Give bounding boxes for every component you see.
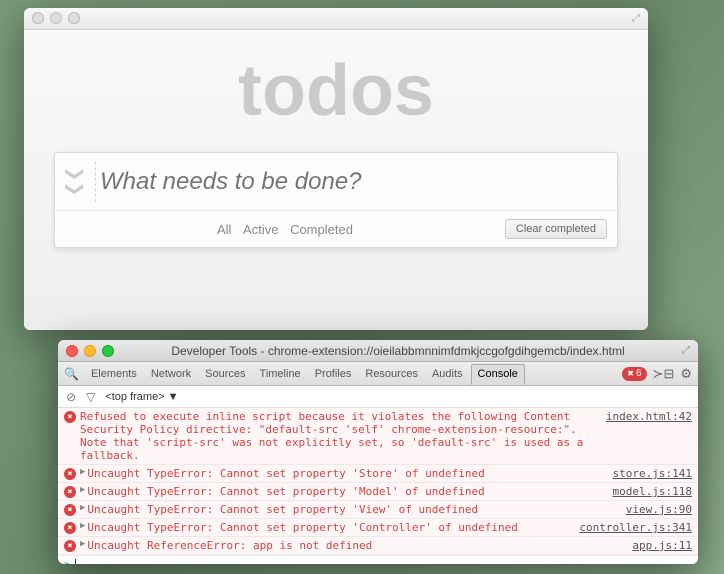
app-titlebar[interactable]: ⤢ bbox=[24, 8, 648, 30]
console-error-row: ✖ ▶Uncaught TypeError: Cannot set propert… bbox=[58, 483, 698, 501]
error-icon: ✖ bbox=[64, 522, 76, 534]
expand-arrow-icon[interactable]: ▶ bbox=[80, 521, 85, 531]
error-source-link[interactable]: index.html:42 bbox=[606, 410, 692, 423]
expand-arrow-icon[interactable]: ▶ bbox=[80, 467, 85, 477]
error-source-link[interactable]: controller.js:341 bbox=[579, 521, 692, 534]
tab-sources[interactable]: Sources bbox=[199, 364, 251, 384]
error-source-link[interactable]: app.js:11 bbox=[632, 539, 692, 552]
settings-icon[interactable]: ⚙ bbox=[680, 366, 692, 382]
console-prompt[interactable]: > bbox=[58, 555, 698, 564]
todos-app-window: ⤢ todos ❯❯ All Active Completed Clear co… bbox=[24, 8, 648, 330]
error-source-link[interactable]: view.js:90 bbox=[626, 503, 692, 516]
console-toolbar: ⊘ ▽ <top frame> ▼ bbox=[58, 386, 698, 408]
error-icon: ✖ bbox=[64, 411, 76, 423]
minimize-icon[interactable] bbox=[84, 345, 96, 357]
tab-audits[interactable]: Audits bbox=[426, 364, 469, 384]
devtools-tabs: 🔍 Elements Network Sources Timeline Prof… bbox=[58, 362, 698, 386]
fullscreen-icon[interactable]: ⤢ bbox=[632, 13, 640, 24]
tab-timeline[interactable]: Timeline bbox=[254, 364, 307, 384]
console-output: ✖ Refused to execute inline script becaus… bbox=[58, 408, 698, 564]
error-icon: ✖ bbox=[64, 468, 76, 480]
error-source-link[interactable]: model.js:118 bbox=[613, 485, 692, 498]
error-message: Uncaught TypeError: Cannot set property … bbox=[87, 485, 604, 498]
error-icon: ✖ bbox=[64, 540, 76, 552]
toggle-all-icon[interactable]: ❯❯ bbox=[65, 162, 86, 202]
app-body: todos ❯❯ All Active Completed Clear comp… bbox=[24, 30, 648, 330]
tab-network[interactable]: Network bbox=[145, 364, 197, 384]
console-error-row: ✖ ▶Uncaught TypeError: Cannot set propert… bbox=[58, 501, 698, 519]
devtools-traffic-lights bbox=[66, 345, 114, 357]
close-icon[interactable] bbox=[32, 12, 44, 24]
error-message: Uncaught TypeError: Cannot set property … bbox=[87, 521, 571, 534]
error-message: Uncaught ReferenceError: app is not defi… bbox=[87, 539, 624, 552]
fullscreen-icon[interactable]: ⤢ bbox=[682, 345, 690, 356]
error-count-badge[interactable]: 6 bbox=[622, 367, 646, 381]
search-icon[interactable]: 🔍 bbox=[64, 367, 79, 381]
tab-console[interactable]: Console bbox=[471, 364, 525, 385]
devtools-title: Developer Tools - chrome-extension://oie… bbox=[114, 344, 682, 358]
close-icon[interactable] bbox=[66, 345, 78, 357]
tab-elements[interactable]: Elements bbox=[85, 364, 143, 384]
console-error-row: ✖ ▶Uncaught TypeError: Cannot set propert… bbox=[58, 465, 698, 483]
filter-active[interactable]: Active bbox=[243, 222, 278, 237]
todo-card: ❯❯ All Active Completed Clear completed bbox=[54, 152, 618, 248]
error-icon: ✖ bbox=[64, 486, 76, 498]
devtools-titlebar[interactable]: Developer Tools - chrome-extension://oie… bbox=[58, 340, 698, 362]
filter-all[interactable]: All bbox=[217, 222, 231, 237]
drawer-toggle-icon[interactable]: ≻⊟ bbox=[653, 366, 675, 382]
expand-arrow-icon[interactable]: ▶ bbox=[80, 485, 85, 495]
console-error-row: ✖ Refused to execute inline script becaus… bbox=[58, 408, 698, 465]
tab-profiles[interactable]: Profiles bbox=[309, 364, 358, 384]
prompt-caret-icon: > bbox=[64, 558, 71, 564]
console-error-row: ✖ ▶Uncaught TypeError: Cannot set propert… bbox=[58, 519, 698, 537]
zoom-icon[interactable] bbox=[68, 12, 80, 24]
todo-input-row: ❯❯ bbox=[55, 153, 617, 211]
filter-list: All Active Completed bbox=[65, 222, 505, 237]
filter-completed[interactable]: Completed bbox=[290, 222, 353, 237]
error-message: Uncaught TypeError: Cannot set property … bbox=[87, 467, 604, 480]
filter-icon[interactable]: ▽ bbox=[86, 390, 95, 404]
error-message: Uncaught TypeError: Cannot set property … bbox=[87, 503, 617, 516]
clear-console-icon[interactable]: ⊘ bbox=[66, 390, 76, 404]
error-icon: ✖ bbox=[64, 504, 76, 516]
tab-resources[interactable]: Resources bbox=[359, 364, 424, 384]
app-heading: todos bbox=[54, 50, 618, 132]
expand-arrow-icon[interactable]: ▶ bbox=[80, 503, 85, 513]
expand-arrow-icon[interactable]: ▶ bbox=[80, 539, 85, 549]
console-error-row: ✖ ▶Uncaught ReferenceError: app is not de… bbox=[58, 537, 698, 555]
error-source-link[interactable]: store.js:141 bbox=[613, 467, 692, 480]
error-message: Refused to execute inline script because… bbox=[80, 410, 598, 462]
todo-footer: All Active Completed Clear completed bbox=[55, 211, 617, 247]
frame-selector[interactable]: <top frame> ▼ bbox=[105, 391, 178, 403]
zoom-icon[interactable] bbox=[102, 345, 114, 357]
clear-completed-button[interactable]: Clear completed bbox=[505, 219, 607, 239]
app-traffic-lights bbox=[32, 12, 80, 24]
minimize-icon[interactable] bbox=[50, 12, 62, 24]
devtools-window: Developer Tools - chrome-extension://oie… bbox=[58, 340, 698, 564]
error-count: 6 bbox=[636, 367, 642, 381]
console-input[interactable] bbox=[76, 558, 692, 564]
new-todo-input[interactable] bbox=[95, 162, 617, 202]
